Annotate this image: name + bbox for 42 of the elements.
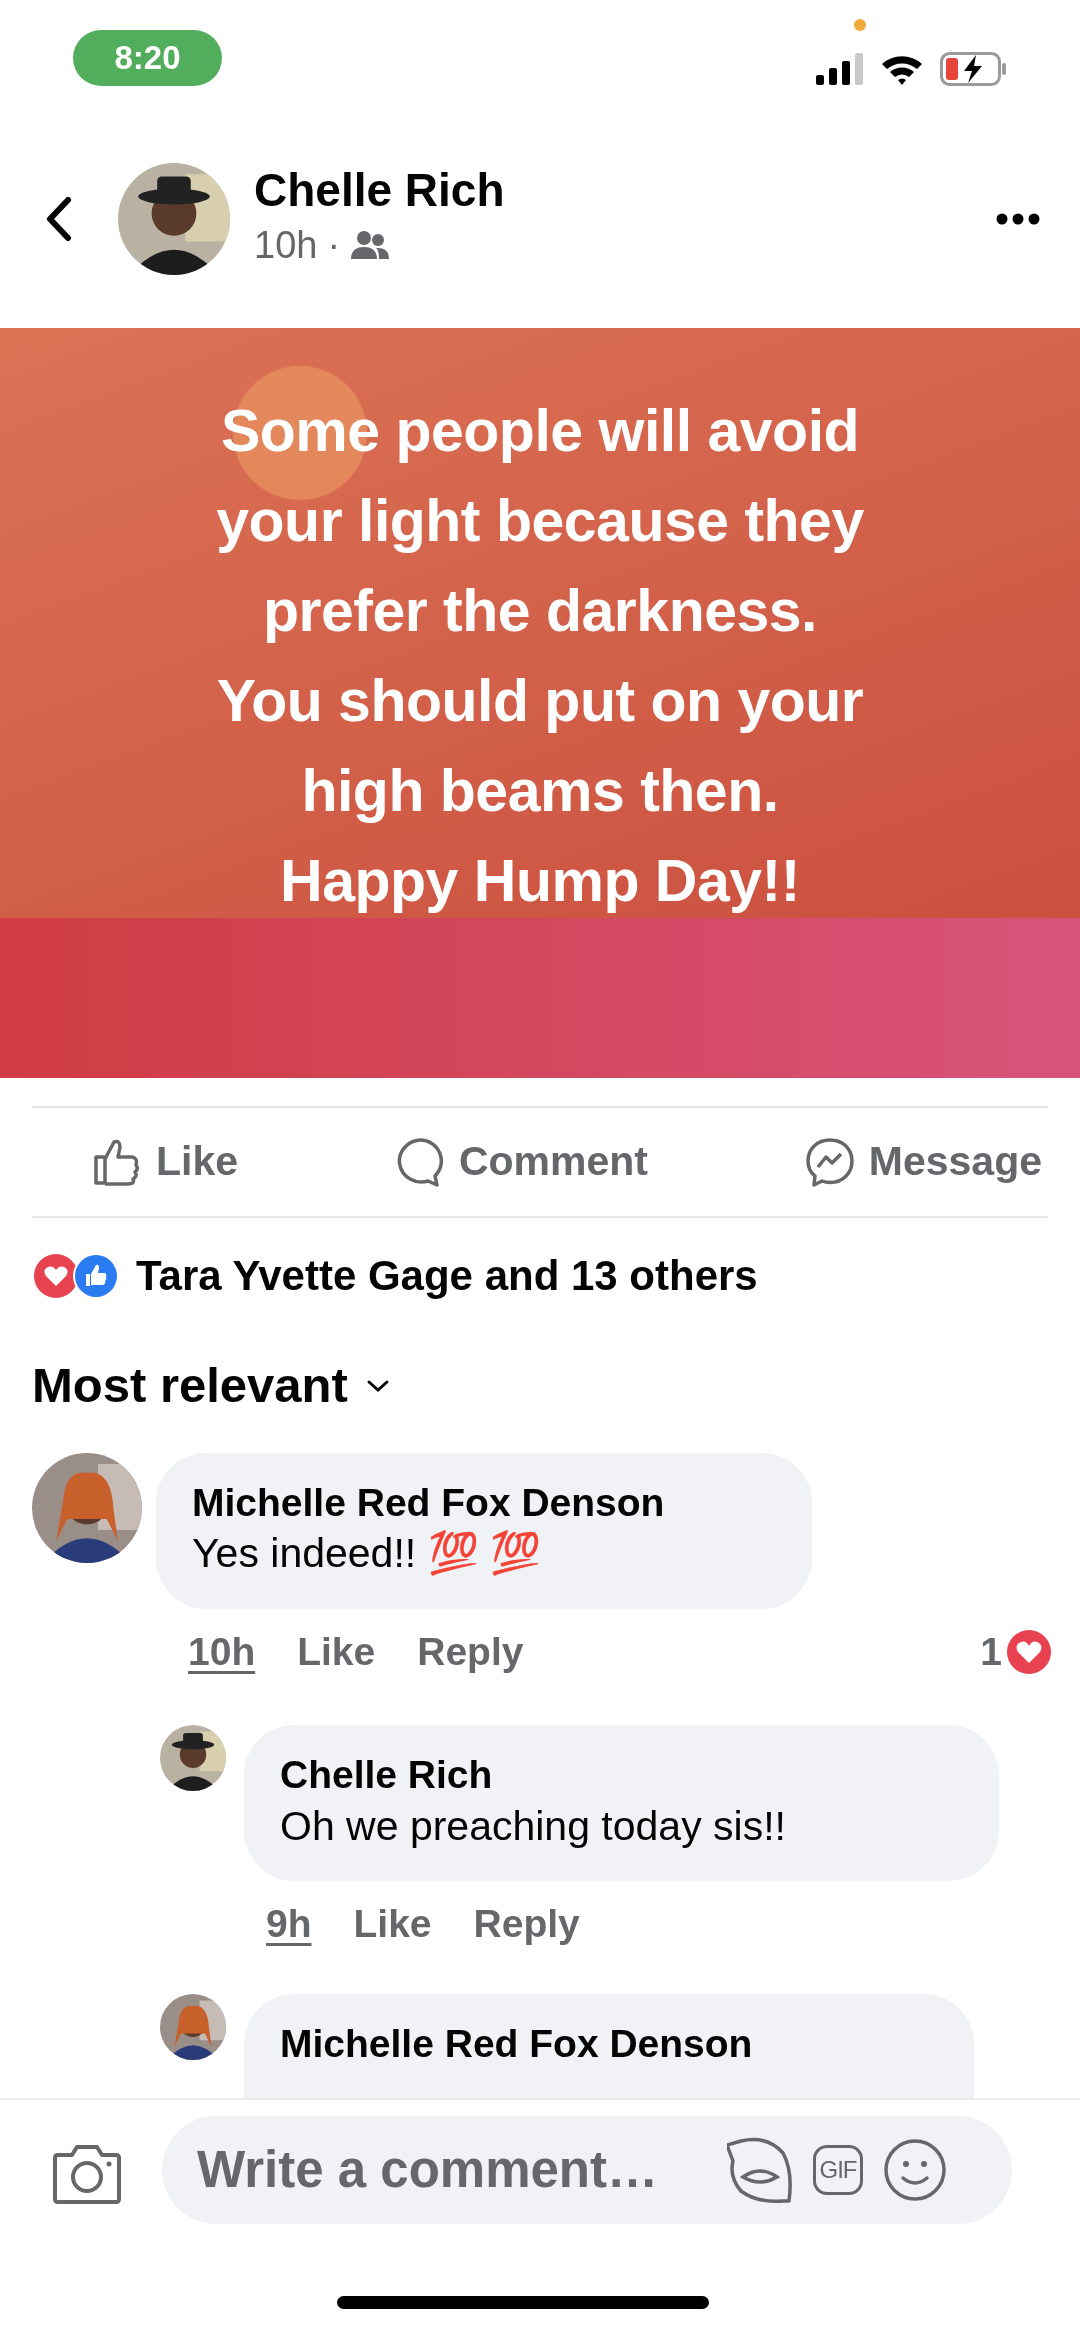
post-time[interactable]: 10h [254, 216, 318, 274]
back-button[interactable] [44, 196, 72, 242]
timestamp-link[interactable]: 10h [188, 1622, 256, 1682]
more-button[interactable] [996, 213, 1040, 225]
emoji-button[interactable] [883, 2138, 947, 2202]
comment-author[interactable]: Chelle Rich [280, 1751, 963, 1800]
like-link[interactable]: Like [297, 1622, 376, 1682]
back-icon [44, 196, 72, 242]
post-text: Some people will avoid your light because they prefer the darkness. You should put on your high beams then. Happy Hump Day!! [215, 397, 865, 916]
chevron-down-icon [365, 1378, 390, 1393]
battery-icon [940, 52, 1008, 86]
like-icon [92, 1137, 142, 1187]
comment-author[interactable]: Michelle Red Fox Denson [280, 2019, 938, 2069]
timestamp-link[interactable]: 9h [266, 1895, 312, 1954]
comment-field[interactable]: Write a comment… GIF [162, 2116, 1012, 2224]
post-author[interactable]: Chelle Rich [254, 164, 996, 217]
separator-dot: · [327, 222, 341, 268]
comment-text: Oh we preaching today sis!! [280, 1801, 787, 1851]
comment-text: Yes indeed!! 💯 💯 [192, 1529, 542, 1579]
comment-author[interactable]: Michelle Red Fox Denson [192, 1478, 776, 1528]
sort-dropdown[interactable]: Most relevant [32, 1349, 390, 1423]
messenger-icon [804, 1137, 855, 1187]
message-button[interactable]: Message [804, 1131, 1042, 1193]
more-icon [996, 213, 1040, 225]
signal-icon [816, 53, 864, 85]
sticker-button[interactable] [727, 2137, 793, 2203]
reaction-count: 1 [980, 1628, 1002, 1675]
gif-button[interactable]: GIF [813, 2145, 863, 2195]
smiley-icon [883, 2138, 947, 2202]
time-pill: 8:20 [73, 30, 222, 86]
wifi-icon [880, 53, 924, 85]
like-button[interactable]: Like [92, 1131, 239, 1193]
friends-icon [350, 229, 391, 262]
camera-icon [52, 2143, 122, 2205]
microphone-indicator-dot [854, 19, 866, 31]
sticker-icon [727, 2137, 793, 2203]
reply-link[interactable]: Reply [417, 1622, 524, 1682]
camera-button[interactable] [52, 2143, 122, 2205]
comment-button[interactable]: Comment [394, 1131, 648, 1193]
like-link[interactable]: Like [353, 1895, 432, 1954]
reactions-summary[interactable]: Tara Yvette Gage and 13 others [136, 1244, 758, 1307]
reply-link[interactable]: Reply [473, 1895, 580, 1954]
